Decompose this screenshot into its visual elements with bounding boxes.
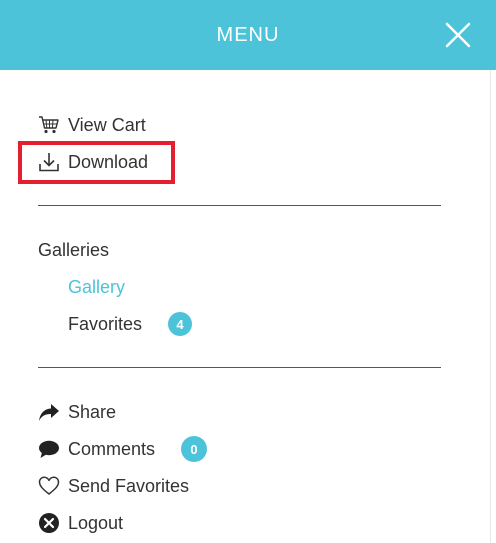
favorites-label: Favorites — [68, 313, 143, 334]
menu-header: MENU — [0, 0, 496, 70]
share-arrow-icon — [38, 401, 60, 423]
view-cart-label: View Cart — [68, 114, 146, 135]
galleries-heading: Galleries — [38, 240, 110, 260]
gallery-link[interactable]: Gallery — [68, 277, 125, 298]
comments-link[interactable]: Comments 0 — [38, 435, 208, 463]
logout-link[interactable]: Logout — [38, 509, 123, 537]
panel-edge — [490, 70, 491, 543]
divider — [38, 205, 441, 206]
divider — [38, 367, 441, 368]
send-favorites-link[interactable]: Send Favorites — [38, 472, 189, 500]
comments-label: Comments — [68, 438, 156, 459]
speech-bubble-icon — [38, 438, 60, 460]
close-x-icon — [445, 22, 471, 48]
download-icon — [38, 151, 60, 173]
gallery-label: Gallery — [68, 277, 126, 297]
logout-label: Logout — [68, 512, 124, 533]
heart-icon — [38, 475, 60, 497]
view-cart-link[interactable]: View Cart — [38, 111, 146, 139]
comments-count-badge: 0 — [181, 436, 208, 462]
cart-icon — [38, 114, 60, 136]
download-label: Download — [68, 151, 149, 172]
share-link[interactable]: Share — [38, 398, 116, 426]
menu-panel: MENU View Cart Download Galleries Galler… — [0, 0, 496, 543]
x-circle-icon — [38, 512, 60, 534]
share-label: Share — [68, 401, 117, 422]
download-link[interactable]: Download — [38, 148, 148, 176]
send-favorites-label: Send Favorites — [68, 475, 190, 496]
close-menu-button[interactable] — [438, 15, 478, 55]
menu-title: MENU — [216, 24, 280, 46]
favorites-link[interactable]: Favorites 4 — [68, 312, 193, 336]
favorites-count-badge: 4 — [168, 312, 193, 336]
